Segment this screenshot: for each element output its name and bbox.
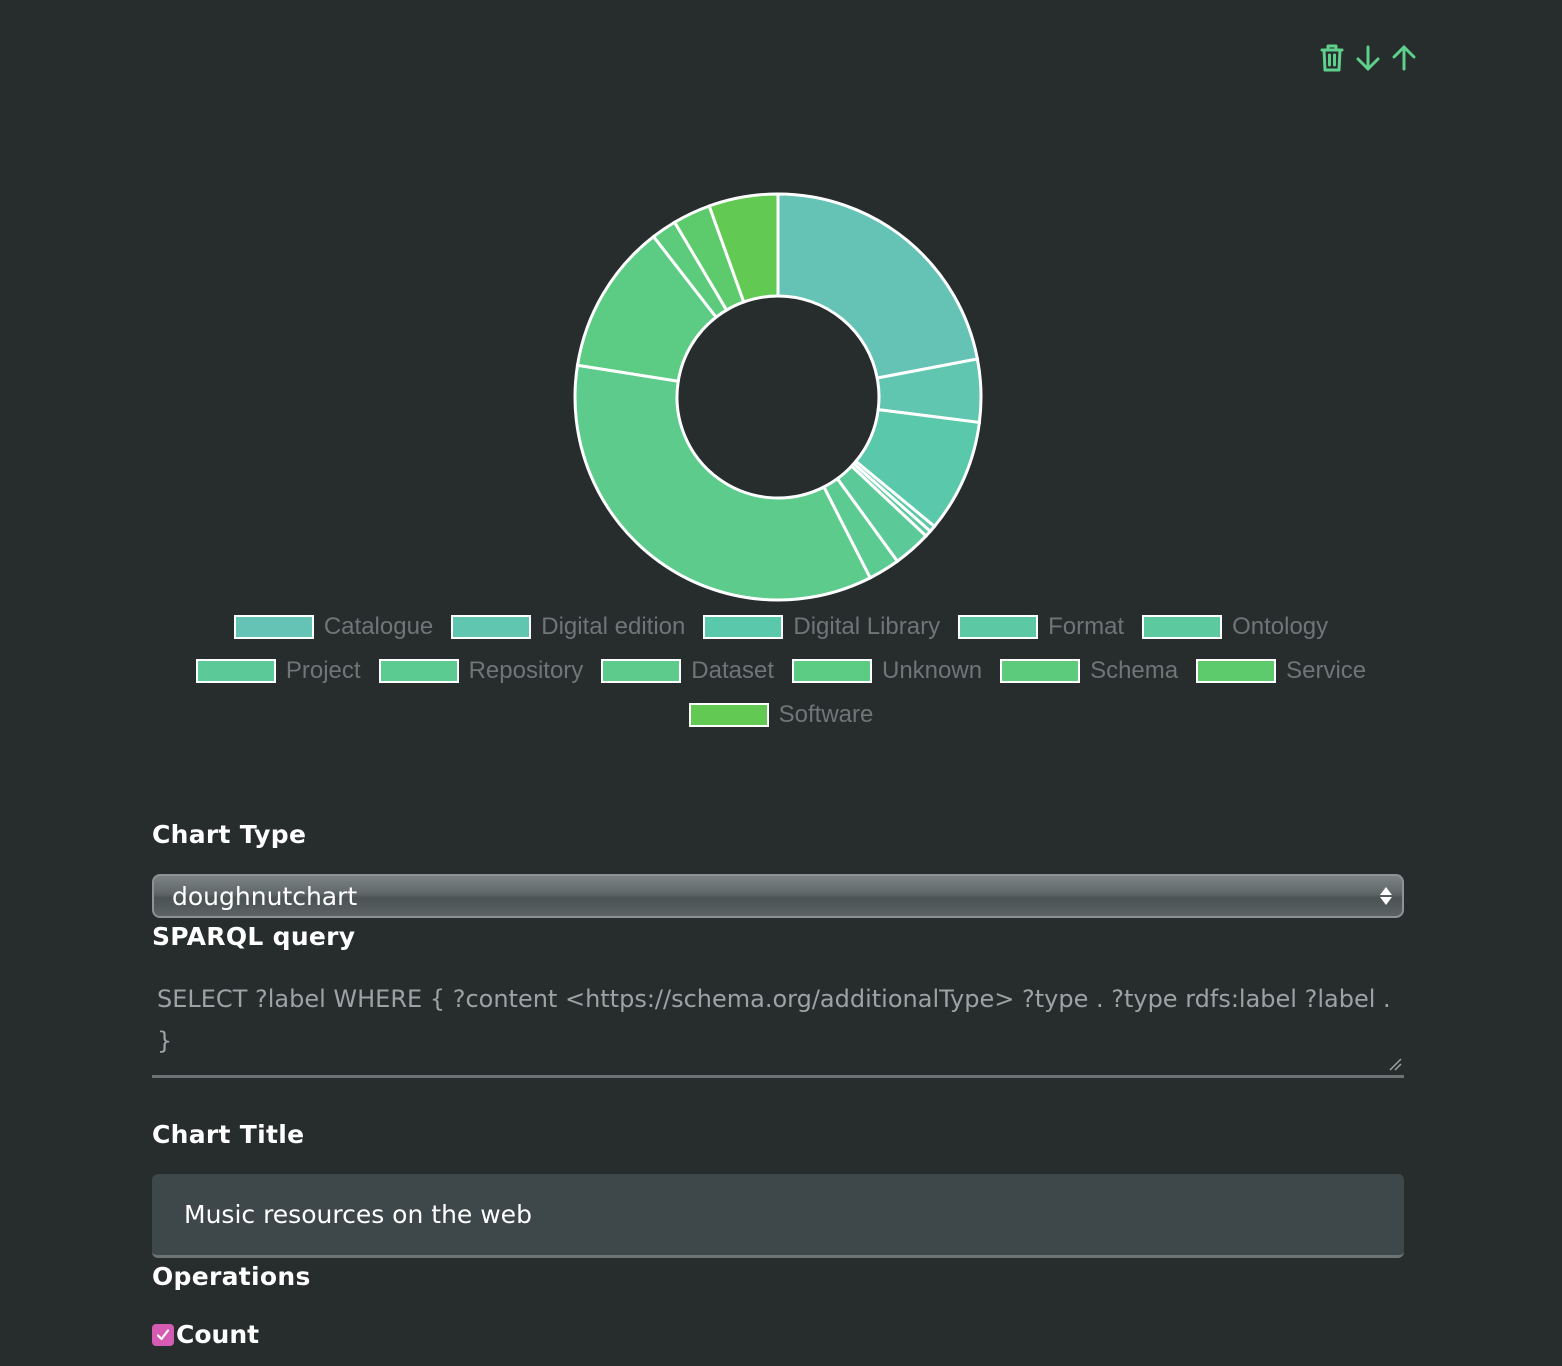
count-label: Count bbox=[176, 1320, 260, 1349]
legend-swatch bbox=[1142, 615, 1223, 639]
legend-label: Project bbox=[285, 657, 361, 684]
chart-title-input[interactable]: Music resources on the web bbox=[152, 1174, 1404, 1258]
legend-item-digital-edition[interactable]: Digital edition bbox=[451, 612, 685, 642]
resize-grip-icon[interactable] bbox=[1388, 1057, 1402, 1071]
legend-label: Software bbox=[778, 701, 874, 728]
legend-swatch bbox=[1000, 659, 1081, 683]
legend-label: Unknown bbox=[882, 657, 983, 684]
legend-item-software[interactable]: Software bbox=[688, 700, 874, 730]
legend-swatch bbox=[792, 659, 872, 683]
legend-label: Digital edition bbox=[541, 613, 686, 640]
doughnut-chart bbox=[568, 185, 988, 605]
legend-label: Digital Library bbox=[793, 613, 941, 640]
sparql-textarea-wrap: SELECT ?label WHERE { ?content <https://… bbox=[152, 974, 1404, 1078]
legend-label: Repository bbox=[468, 657, 584, 684]
chart-title-label: Chart Title bbox=[152, 1120, 305, 1149]
legend-label: Format bbox=[1048, 613, 1125, 640]
legend-swatch bbox=[601, 659, 682, 683]
legend-label: Dataset bbox=[691, 657, 774, 684]
legend-item-catalogue[interactable]: Catalogue bbox=[233, 612, 434, 642]
chart-type-select[interactable]: doughnutchart bbox=[152, 874, 1404, 918]
legend-swatch bbox=[451, 615, 532, 639]
doughnut-chart-svg bbox=[573, 192, 983, 602]
slice-catalogue[interactable] bbox=[776, 192, 980, 380]
select-arrows-icon bbox=[1380, 887, 1392, 905]
arrow-down-icon bbox=[1356, 45, 1380, 71]
count-option: Count bbox=[152, 1320, 1404, 1349]
legend-label: Schema bbox=[1090, 657, 1179, 684]
move-up-button[interactable] bbox=[1388, 40, 1420, 76]
legend-label: Catalogue bbox=[323, 613, 434, 640]
legend-item-ontology[interactable]: Ontology bbox=[1142, 612, 1328, 642]
operations-section: Operations bbox=[152, 1262, 1404, 1291]
legend-swatch bbox=[195, 659, 276, 683]
slice-dataset[interactable] bbox=[573, 363, 873, 602]
trash-icon bbox=[1320, 44, 1344, 72]
legend-swatch bbox=[688, 703, 769, 727]
legend-swatch bbox=[958, 615, 1039, 639]
arrow-up-icon bbox=[1392, 45, 1416, 71]
chart-title-input-wrap: Music resources on the web bbox=[152, 1174, 1404, 1258]
legend-item-service[interactable]: Service bbox=[1196, 656, 1366, 686]
chart-type-section: Chart Type bbox=[152, 820, 1404, 849]
legend-item-digital-library[interactable]: Digital Library bbox=[703, 612, 940, 642]
legend-swatch bbox=[378, 659, 459, 683]
move-down-button[interactable] bbox=[1352, 40, 1384, 76]
chart-type-select-wrap: doughnutchart bbox=[152, 874, 1404, 918]
checkmark-icon bbox=[156, 1328, 170, 1340]
chart-legend: Catalogue Digital edition Digital Library F… bbox=[150, 612, 1412, 730]
legend-item-format[interactable]: Format bbox=[958, 612, 1124, 642]
legend-item-dataset[interactable]: Dataset bbox=[601, 656, 774, 686]
legend-swatch bbox=[1196, 659, 1277, 683]
legend-item-schema[interactable]: Schema bbox=[1000, 656, 1178, 686]
sparql-section: SPARQL query bbox=[152, 922, 1404, 951]
legend-swatch bbox=[703, 615, 784, 639]
count-checkbox-row[interactable]: Count bbox=[152, 1320, 1404, 1349]
legend-swatch bbox=[233, 615, 314, 639]
legend-item-unknown[interactable]: Unknown bbox=[792, 656, 982, 686]
sparql-textarea[interactable]: SELECT ?label WHERE { ?content <https://… bbox=[152, 950, 1404, 1078]
chart-type-value: doughnutchart bbox=[172, 881, 358, 911]
chart-toolbar bbox=[1316, 40, 1420, 76]
chart-title-section: Chart Title bbox=[152, 1120, 1404, 1149]
legend-label: Service bbox=[1286, 657, 1367, 684]
delete-button[interactable] bbox=[1316, 40, 1348, 76]
sparql-label: SPARQL query bbox=[152, 922, 356, 951]
operations-label: Operations bbox=[152, 1262, 311, 1291]
legend-label: Ontology bbox=[1232, 613, 1329, 640]
sparql-text: SELECT ?label WHERE { ?content <https://… bbox=[157, 985, 1391, 1055]
legend-item-project[interactable]: Project bbox=[195, 656, 361, 686]
count-checkbox[interactable] bbox=[152, 1323, 174, 1346]
legend-item-repository[interactable]: Repository bbox=[378, 656, 584, 686]
chart-type-label: Chart Type bbox=[152, 820, 307, 849]
